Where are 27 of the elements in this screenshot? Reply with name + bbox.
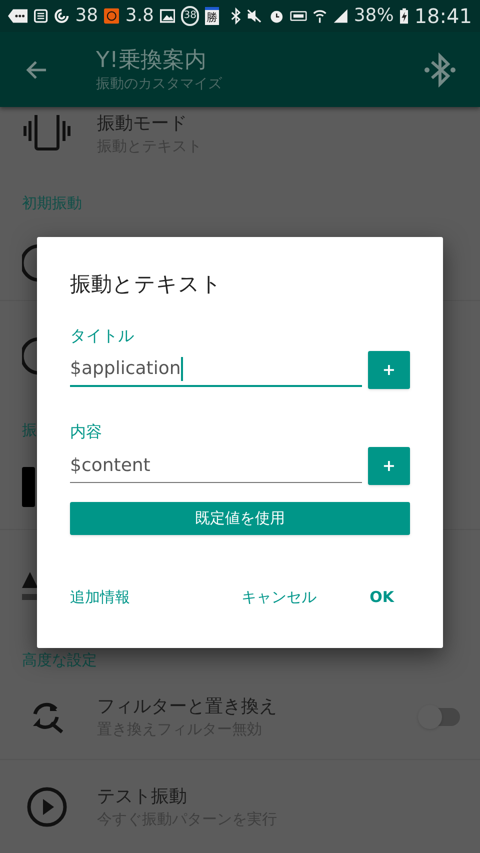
row-title: テスト振動	[97, 784, 188, 808]
field-value: $application	[70, 357, 181, 381]
notification-count: 38	[75, 7, 98, 25]
insert-button[interactable]: +	[368, 447, 410, 485]
circle-badge: 38	[181, 6, 199, 26]
text-field[interactable]: $application	[70, 353, 362, 387]
speed-text: 3.8	[125, 7, 154, 25]
section-header: 初期振動	[22, 194, 82, 212]
clock: 18:41	[414, 6, 472, 26]
calendar-badge: 勝	[204, 7, 220, 25]
section-header: 振	[22, 421, 37, 439]
section-header: 高度な設定	[22, 651, 97, 669]
dialog-action[interactable]: キャンセル	[242, 587, 317, 607]
dialog-title: 振動とテキスト	[70, 271, 223, 298]
row-title: 振動モード	[97, 112, 188, 136]
row-title: フィルターと置き換え	[97, 695, 278, 719]
default-button[interactable]: 既定値を使用	[70, 502, 410, 535]
field-value: $content	[70, 454, 150, 478]
app-subtitle: 振動のカスタマイズ	[96, 74, 223, 92]
insert-button[interactable]: +	[368, 351, 410, 389]
field-label: 内容	[70, 421, 103, 443]
dialog-action[interactable]: 追加情報	[70, 587, 130, 607]
text-field[interactable]: $content	[70, 449, 362, 483]
app-title: Y!乗換案内	[96, 46, 208, 74]
dialog-action[interactable]: OK	[370, 587, 394, 607]
battery-percent: 38%	[354, 7, 394, 25]
field-label: タイトル	[70, 325, 135, 347]
